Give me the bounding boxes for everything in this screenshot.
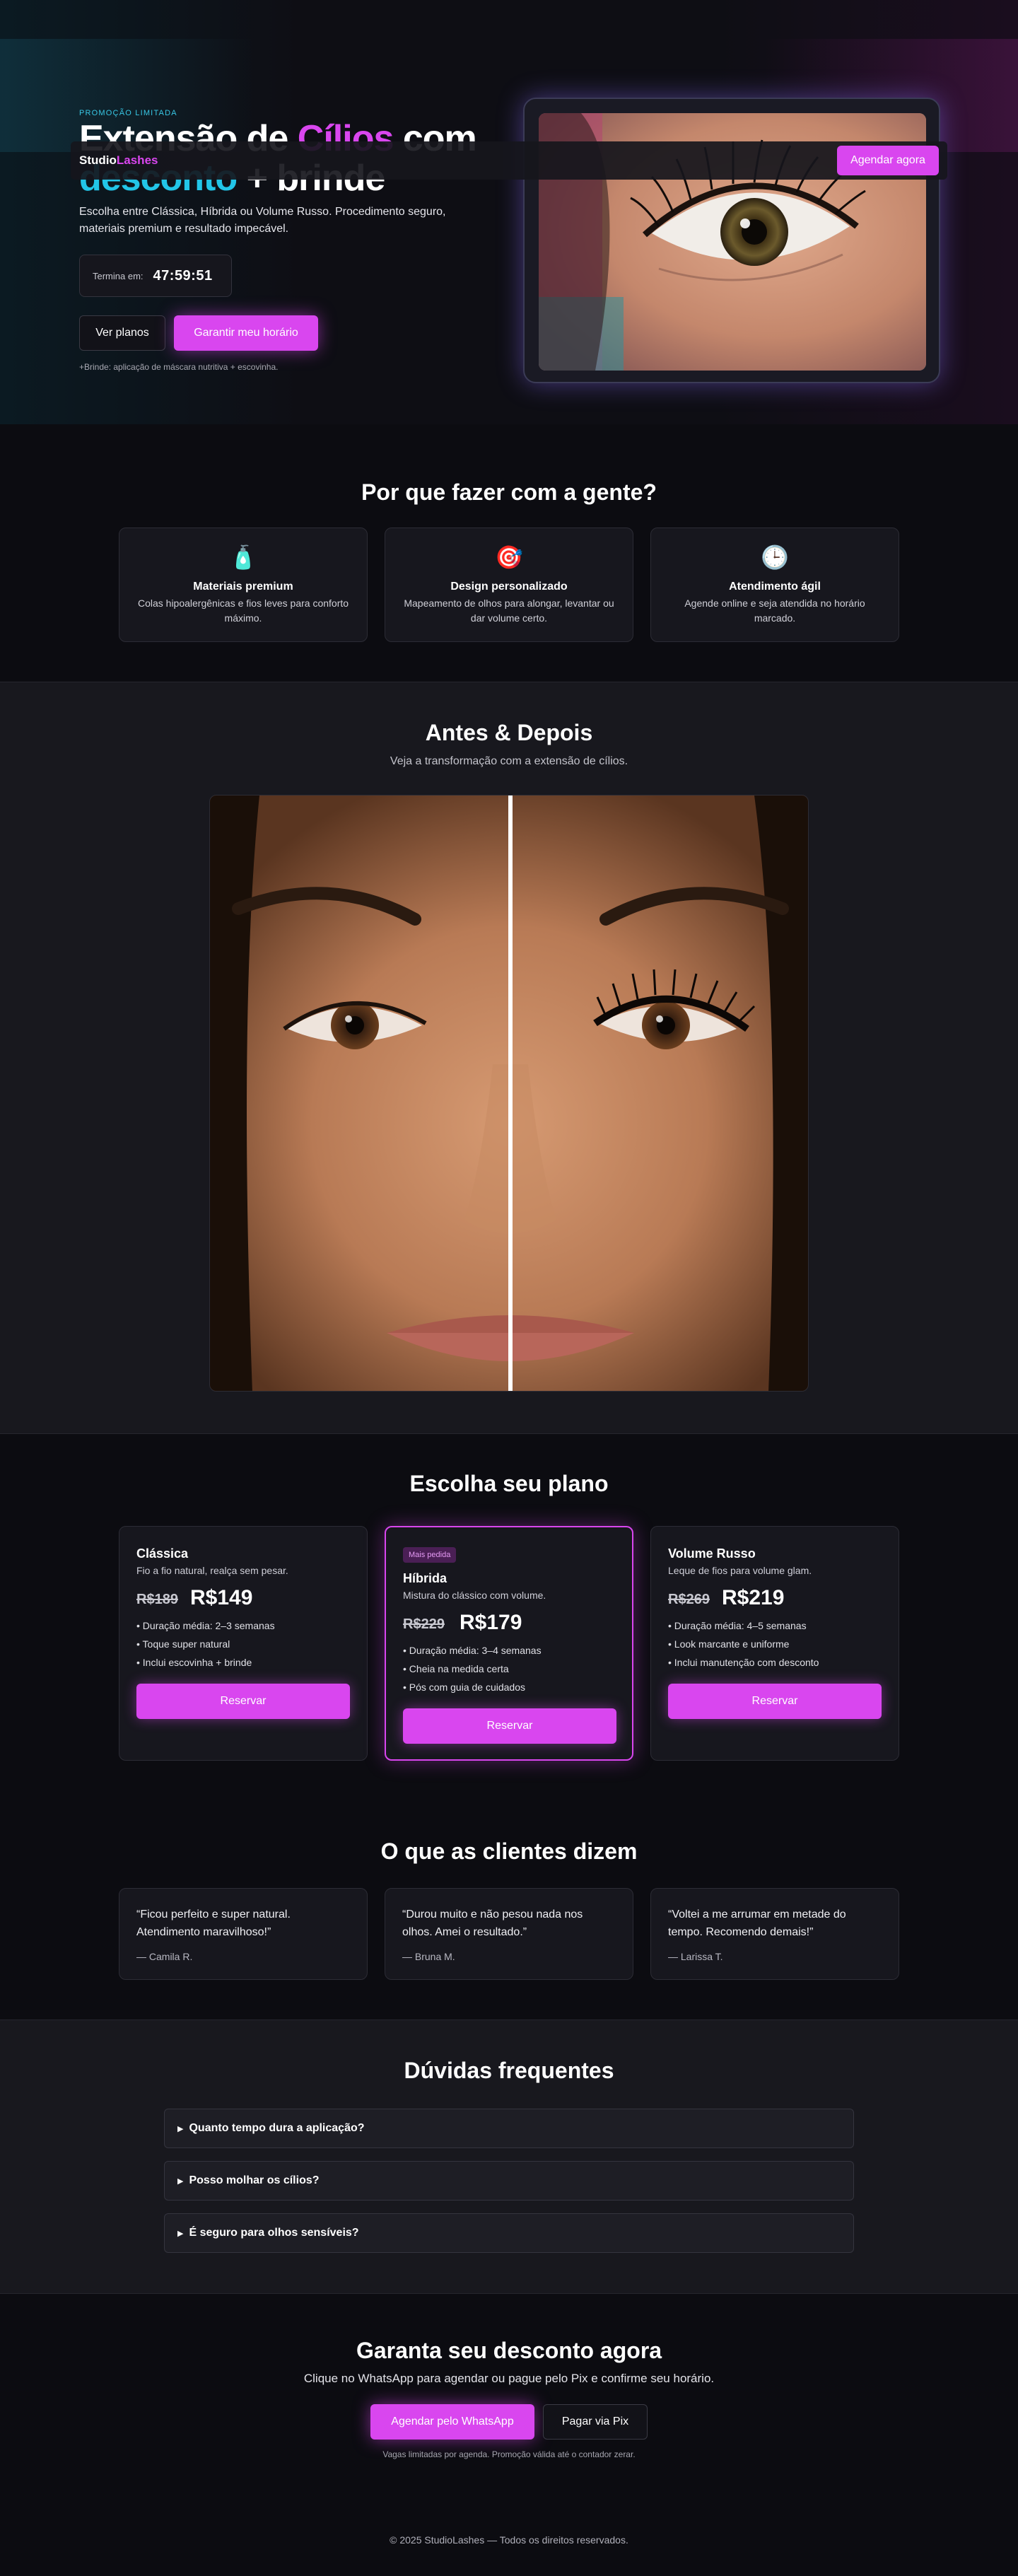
feature-text: Agende online e seja atendida no horário… xyxy=(684,598,865,624)
book-slot-button[interactable]: Garantir meu horário xyxy=(174,315,318,351)
testimonial-author: — Camila R. xyxy=(136,1951,193,1962)
testimonial-quote: “Durou muito e não pesou nada nos olhos.… xyxy=(402,1908,583,1938)
feature-title: Atendimento ágil xyxy=(729,581,821,593)
plan-card-featured: Mais pedida Híbrida Mistura do clássico … xyxy=(385,1526,633,1761)
testimonial-author: — Bruna M. xyxy=(402,1951,455,1962)
nav-book-button[interactable]: Agendar agora xyxy=(837,146,939,175)
clock-icon: 🕒 xyxy=(761,544,789,570)
reserve-button-hibrida[interactable]: Reservar xyxy=(403,1708,616,1744)
feature-card: 🕒 Atendimento ágil Agende online e seja … xyxy=(650,528,899,642)
hero-subtitle: Escolha entre Clássica, Híbrida ou Volum… xyxy=(79,206,446,235)
brand-logo-part2: Lashes xyxy=(116,153,158,167)
plan-price: R$219 xyxy=(722,1586,785,1609)
hero-image-frame xyxy=(523,98,940,383)
view-plans-button[interactable]: Ver planos xyxy=(79,315,165,351)
plan-card: Volume Russo Leque de fios para volume g… xyxy=(650,1526,899,1761)
cta-note: Vagas limitadas por agenda. Promoção vál… xyxy=(382,2449,636,2459)
triangle-right-icon: ▶ xyxy=(177,2124,184,2133)
plan-feature: • Cheia na medida certa xyxy=(403,1663,509,1674)
plan-feature: • Duração média: 2–3 semanas xyxy=(136,1620,275,1631)
plans-title: Escolha seu plano xyxy=(409,1471,609,1496)
plan-feature: • Pós com guia de cuidados xyxy=(403,1682,526,1693)
plan-description: Leque de fios para volume glam. xyxy=(668,1565,812,1576)
feature-text: Colas hipoalergênicas e fios leves para … xyxy=(137,598,349,624)
plan-description: Fio a fio natural, realça sem pesar. xyxy=(136,1565,288,1576)
brand-logo[interactable]: StudioLashes xyxy=(79,153,158,168)
testimonial-author: — Larissa T. xyxy=(668,1951,723,1962)
plan-name: Clássica xyxy=(136,1546,189,1561)
faq-question: É seguro para olhos sensíveis? xyxy=(189,2227,359,2239)
plan-feature: • Look marcante e uniforme xyxy=(668,1638,790,1650)
cta-title: Garanta seu desconto agora xyxy=(356,2338,662,2363)
bottle-icon: 🧴 xyxy=(229,544,257,570)
reserve-button-volume-russo[interactable]: Reservar xyxy=(668,1684,882,1719)
faq-item[interactable]: ▶ Quanto tempo dura a aplicação? xyxy=(164,2109,854,2148)
timer-value: 47:59:51 xyxy=(153,267,213,284)
testimonial-quote: “Ficou perfeito e super natural. Atendim… xyxy=(136,1908,291,1938)
top-navbar: StudioLashes Agendar agora xyxy=(71,141,947,180)
footer-copyright: © 2025 StudioLashes — Todos os direitos … xyxy=(390,2534,628,2546)
feature-text: Mapeamento de olhos para alongar, levant… xyxy=(404,598,614,624)
plan-card: Clássica Fio a fio natural, realça sem p… xyxy=(119,1526,368,1761)
faq-item[interactable]: ▶ Posso molhar os cílios? xyxy=(164,2161,854,2201)
hero-section: PROMOÇÃO LIMITADA Extensão de Cílios com… xyxy=(0,0,1018,424)
brand-logo-part1: Studio xyxy=(79,153,117,167)
triangle-right-icon: ▶ xyxy=(177,2176,184,2186)
testimonial-card: “Ficou perfeito e super natural. Atendim… xyxy=(119,1888,368,1980)
faq-title: Dúvidas frequentes xyxy=(404,2058,614,2083)
testimonial-quote: “Voltei a me arrumar em metade do tempo.… xyxy=(668,1908,846,1938)
reserve-button-classica[interactable]: Reservar xyxy=(136,1684,350,1719)
before-after-subtitle: Veja a transformação com a extensão de c… xyxy=(390,755,628,767)
plan-feature: • Inclui escovinha + brinde xyxy=(136,1657,252,1668)
timer-label: Termina em: xyxy=(93,270,144,281)
why-title: Por que fazer com a gente? xyxy=(361,479,657,505)
promo-tag: PROMOÇÃO LIMITADA xyxy=(79,109,177,117)
faq-question: Posso molhar os cílios? xyxy=(189,2174,320,2186)
plan-name: Volume Russo xyxy=(668,1546,756,1561)
plan-old-price: R$229 xyxy=(403,1616,445,1632)
most-popular-badge: Mais pedida xyxy=(403,1547,457,1563)
landing-page: PROMOÇÃO LIMITADA Extensão de Cílios com… xyxy=(0,0,1018,2576)
triangle-right-icon: ▶ xyxy=(177,2229,184,2238)
faq-item[interactable]: ▶ É seguro para olhos sensíveis? xyxy=(164,2213,854,2253)
countdown-timer: Termina em: 47:59:51 xyxy=(79,255,232,297)
feature-card: 🧴 Materiais premium Colas hipoalergênica… xyxy=(119,528,368,642)
plan-description: Mistura do clássico com volume. xyxy=(403,1590,546,1601)
before-after-divider-handle[interactable] xyxy=(508,795,513,1391)
cta-subtitle: Clique no WhatsApp para agendar ou pague… xyxy=(303,2372,715,2385)
feature-title: Materiais premium xyxy=(193,581,293,593)
before-after-title: Antes & Depois xyxy=(425,720,593,745)
plan-price: R$149 xyxy=(190,1586,253,1609)
plan-feature: • Duração média: 3–4 semanas xyxy=(403,1645,542,1656)
target-icon: 🎯 xyxy=(495,544,523,570)
testimonial-card: “Durou muito e não pesou nada nos olhos.… xyxy=(385,1888,633,1980)
before-after-image[interactable] xyxy=(209,795,809,1392)
pix-button[interactable]: Pagar via Pix xyxy=(543,2404,648,2440)
plan-feature: • Inclui manutenção com desconto xyxy=(668,1657,819,1668)
plan-feature: • Duração média: 4–5 semanas xyxy=(668,1620,807,1631)
plan-feature: • Toque super natural xyxy=(136,1638,230,1650)
feature-card: 🎯 Design personalizado Mapeamento de olh… xyxy=(385,528,633,642)
whatsapp-button[interactable]: Agendar pelo WhatsApp xyxy=(370,2404,534,2440)
plan-old-price: R$189 xyxy=(136,1592,178,1607)
testimonials-title: O que as clientes dizem xyxy=(380,1838,638,1864)
testimonial-card: “Voltei a me arrumar em metade do tempo.… xyxy=(650,1888,899,1980)
feature-title: Design personalizado xyxy=(450,581,568,593)
faq-question: Quanto tempo dura a aplicação? xyxy=(189,2122,365,2134)
plan-old-price: R$269 xyxy=(668,1592,710,1607)
plan-name: Híbrida xyxy=(403,1571,447,1585)
hero-bonus-note: +Brinde: aplicação de máscara nutritiva … xyxy=(79,362,279,372)
plan-price: R$179 xyxy=(460,1611,522,1634)
